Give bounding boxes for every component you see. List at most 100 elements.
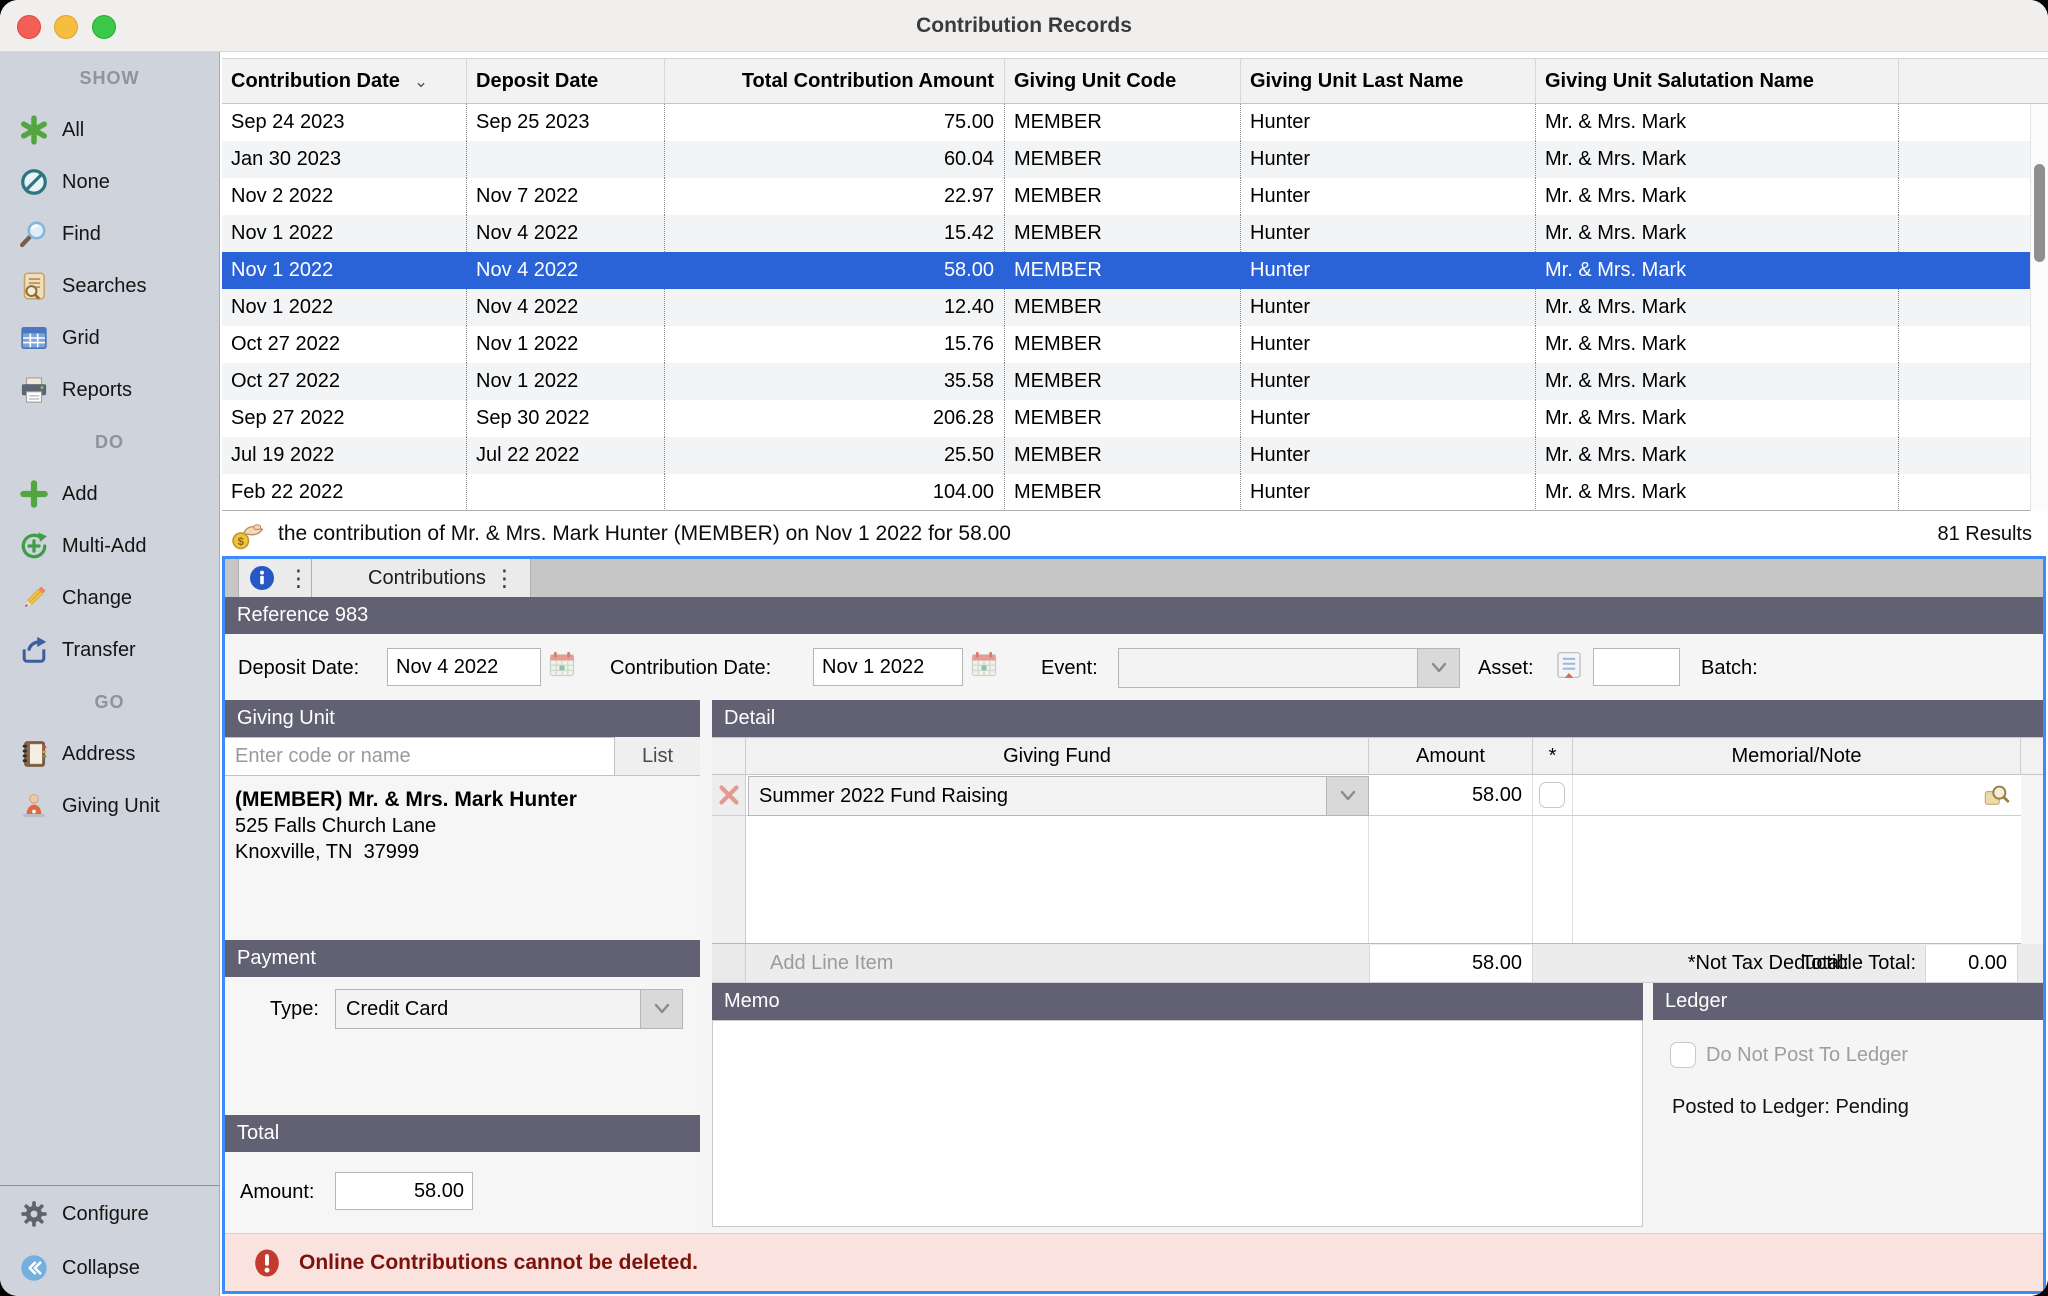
do-not-post-row: Do Not Post To Ledger [1670, 1042, 1908, 1068]
sidebar-item-all[interactable]: All [0, 104, 219, 156]
chevron-down-icon [1417, 649, 1459, 687]
table-cell: 104.00 [665, 474, 1005, 511]
table-row[interactable]: Nov 1 2022Nov 4 202258.00MEMBERHunterMr.… [222, 252, 2048, 289]
column-header-deposit-date[interactable]: Deposit Date [467, 59, 665, 103]
table-cell-filler [1899, 104, 2048, 141]
table-cell: Oct 27 2022 [222, 326, 467, 363]
table-cell: MEMBER [1005, 363, 1241, 400]
table-row[interactable]: Jan 30 202360.04MEMBERHunterMr. & Mrs. M… [222, 141, 2048, 178]
column-header-contribution-date[interactable]: Contribution Date⌄ [222, 59, 467, 103]
sidebar-item-searches[interactable]: Searches [0, 260, 219, 312]
sidebar-item-transfer[interactable]: Transfer [0, 624, 219, 676]
sidebar-item-collapse[interactable]: Collapse [0, 1242, 219, 1294]
detail-grid-column-filler [2021, 738, 2043, 774]
column-header-total-amount[interactable]: Total Contribution Amount [665, 59, 1005, 103]
table-cell-filler [1899, 474, 2048, 511]
table-row[interactable]: Oct 27 2022Nov 1 202235.58MEMBERHunterMr… [222, 363, 2048, 400]
asset-input[interactable] [1593, 648, 1680, 686]
person-icon [18, 790, 50, 822]
sidebar-item-giving-unit[interactable]: Giving Unit [0, 780, 219, 832]
table-row[interactable]: Nov 2 2022Nov 7 202222.97MEMBERHunterMr.… [222, 178, 2048, 215]
table-cell: MEMBER [1005, 400, 1241, 437]
payment-type-label: Type: [270, 989, 319, 1029]
giving-unit-search-input[interactable]: Enter code or name [225, 737, 615, 776]
table-row[interactable]: Nov 1 2022Nov 4 202215.42MEMBERHunterMr.… [222, 215, 2048, 252]
info-tab[interactable]: ⋮ [238, 559, 312, 597]
giving-fund-dropdown[interactable]: Summer 2022 Fund Raising [748, 776, 1369, 816]
calendar-icon[interactable] [547, 648, 577, 685]
sidebar-item-none[interactable]: None [0, 156, 219, 208]
tab-contributions[interactable]: Contributions ⋮ [312, 559, 531, 597]
sidebar-item-add[interactable]: Add [0, 468, 219, 520]
calendar-icon[interactable] [969, 648, 999, 685]
payment-type-value: Credit Card [346, 990, 448, 1028]
column-header-last-name[interactable]: Giving Unit Last Name [1241, 59, 1536, 103]
drag-handle-icon[interactable]: ⋮ [287, 559, 310, 597]
delete-line-item-button[interactable] [712, 775, 746, 815]
total-section: Amount: 58.00 [225, 1152, 700, 1233]
column-header-salutation-name[interactable]: Giving Unit Salutation Name [1536, 59, 1899, 103]
table-cell: Mr. & Mrs. Mark [1536, 400, 1899, 437]
transfer-icon [18, 634, 50, 666]
column-header-giving-unit-code[interactable]: Giving Unit Code [1005, 59, 1241, 103]
sidebar-item-reports[interactable]: Reports [0, 364, 219, 416]
warning-message: Online Contributions cannot be deleted. [299, 1234, 698, 1292]
table-row[interactable]: Feb 22 2022104.00MEMBERHunterMr. & Mrs. … [222, 474, 2048, 511]
sidebar-item-multi-add[interactable]: Multi-Add [0, 520, 219, 572]
table-cell: Nov 1 2022 [467, 363, 665, 400]
detail-grid-column-memorial: Memorial/Note [1573, 738, 2021, 774]
table-row[interactable]: Sep 27 2022Sep 30 2022206.28MEMBERHunter… [222, 400, 2048, 437]
table-cell: Mr. & Mrs. Mark [1536, 104, 1899, 141]
total-header: Total [225, 1115, 700, 1152]
table-cell: 15.76 [665, 326, 1005, 363]
posted-to-ledger-status: Posted to Ledger: Pending [1672, 1096, 1909, 1119]
table-cell: MEMBER [1005, 215, 1241, 252]
table-row[interactable]: Jul 19 2022Jul 22 202225.50MEMBERHunterM… [222, 437, 2048, 474]
not-tax-deductible-checkbox[interactable] [1539, 782, 1565, 808]
table-cell: Nov 7 2022 [467, 178, 665, 215]
fields-row: Deposit Date: Nov 4 2022 Contribution Da… [225, 635, 2043, 700]
table-scrollbar-track[interactable] [2030, 104, 2048, 511]
sidebar-item-address[interactable]: Address [0, 728, 219, 780]
table-row[interactable]: Nov 1 2022Nov 4 202212.40MEMBERHunterMr.… [222, 289, 2048, 326]
sidebar-item-find[interactable]: Find [0, 208, 219, 260]
total-amount-input[interactable]: 58.00 [335, 1172, 473, 1210]
table-cell: MEMBER [1005, 289, 1241, 326]
event-dropdown[interactable] [1118, 648, 1460, 688]
table-cell: Sep 25 2023 [467, 104, 665, 141]
svg-text:$: $ [238, 536, 245, 548]
batch-label: Batch: [1701, 648, 1758, 688]
table-cell: Mr. & Mrs. Mark [1536, 141, 1899, 178]
contribution-date-input[interactable]: Nov 1 2022 [813, 648, 963, 686]
table-row[interactable]: Oct 27 2022Nov 1 202215.76MEMBERHunterMr… [222, 326, 2048, 363]
giving-unit-list-button[interactable]: List [615, 737, 700, 776]
table-cell: Hunter [1241, 474, 1536, 511]
table-scrollbar-thumb[interactable] [2034, 164, 2045, 262]
drag-handle-icon[interactable]: ⋮ [493, 559, 516, 597]
deposit-date-input[interactable]: Nov 4 2022 [387, 648, 541, 686]
table-row[interactable]: Sep 24 2023Sep 25 202375.00MEMBERHunterM… [222, 104, 2048, 141]
sidebar-item-configure[interactable]: Configure [0, 1188, 219, 1240]
table-cell: Oct 27 2022 [222, 363, 467, 400]
table-cell: MEMBER [1005, 326, 1241, 363]
memorial-note-icon[interactable] [1983, 781, 2011, 814]
table-cell-filler [1899, 252, 2048, 289]
table-header: Contribution Date⌄ Deposit Date Total Co… [222, 58, 2048, 104]
table-cell-filler [1899, 363, 2048, 400]
ledger-book-icon[interactable] [1553, 648, 1585, 687]
table-cell: Nov 4 2022 [467, 252, 665, 289]
table-cell-filler [1899, 215, 2048, 252]
table-cell-filler [1899, 289, 2048, 326]
delete-x-icon [717, 783, 741, 807]
do-not-post-checkbox[interactable] [1670, 1042, 1696, 1068]
sidebar-footer-divider [0, 1185, 219, 1186]
sidebar: SHOW All None Find Searches [0, 52, 220, 1296]
add-line-item-button[interactable]: Add Line Item [770, 944, 893, 983]
status-bar: $ the contribution of Mr. & Mrs. Mark Hu… [220, 513, 2048, 555]
sidebar-item-change[interactable]: Change [0, 572, 219, 624]
multi-add-icon [18, 530, 50, 562]
line-amount-input[interactable]: 58.00 [1369, 775, 1533, 815]
payment-type-dropdown[interactable]: Credit Card [335, 989, 683, 1029]
memo-input[interactable] [712, 1020, 1643, 1227]
sidebar-item-grid[interactable]: Grid [0, 312, 219, 364]
